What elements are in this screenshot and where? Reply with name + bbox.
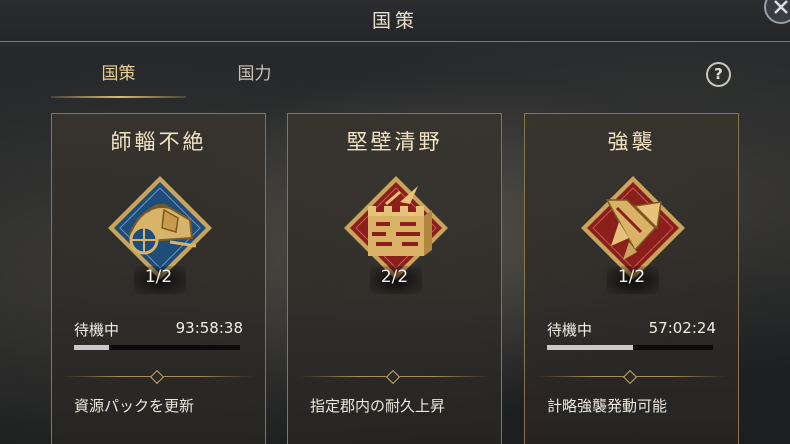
tab-national-power[interactable]: 国力 [187, 58, 322, 98]
usage-count: 2/2 [380, 267, 409, 287]
close-icon [774, 0, 788, 14]
card-title: 師輜不絶 [110, 130, 207, 154]
card-title: 強襲 [607, 130, 656, 154]
divider-ornament [385, 369, 401, 385]
usage-count: 1/2 [617, 267, 646, 287]
policy-card-fortify[interactable]: 堅壁清野 2/2 指定郡内の耐久上昇 [287, 113, 502, 444]
page-title: 国策 [371, 10, 418, 32]
card-title: 堅壁清野 [346, 130, 443, 154]
tab-national-policy[interactable]: 国策 [51, 58, 186, 98]
divider-ornament [149, 369, 165, 385]
card-description: 指定郡内の耐久上昇 [310, 397, 446, 415]
help-button[interactable]: ? [706, 62, 731, 87]
policy-card-supply[interactable]: 師輜不絶 1/2 待機中 93:58:38 資源パックを更新 [51, 113, 266, 444]
policy-card-assault[interactable]: 強襲 1/2 待機中 57:02:24 計略強襲発動可能 [524, 113, 739, 444]
countdown-timer: 57:02:24 [648, 319, 716, 337]
cooldown-bar [74, 345, 240, 350]
top-bar: 国策 [0, 0, 790, 42]
cooldown-bar [547, 345, 713, 350]
card-description: 計略強襲発動可能 [547, 397, 668, 415]
usage-count: 1/2 [144, 267, 173, 287]
divider-ornament [622, 369, 638, 385]
countdown-timer: 93:58:38 [175, 319, 243, 337]
cooldown-bar-fill [74, 345, 109, 350]
card-description: 資源パックを更新 [74, 397, 195, 415]
status-label: 待機中 [547, 321, 593, 339]
status-label: 待機中 [74, 321, 120, 339]
cooldown-bar-fill [547, 345, 634, 350]
